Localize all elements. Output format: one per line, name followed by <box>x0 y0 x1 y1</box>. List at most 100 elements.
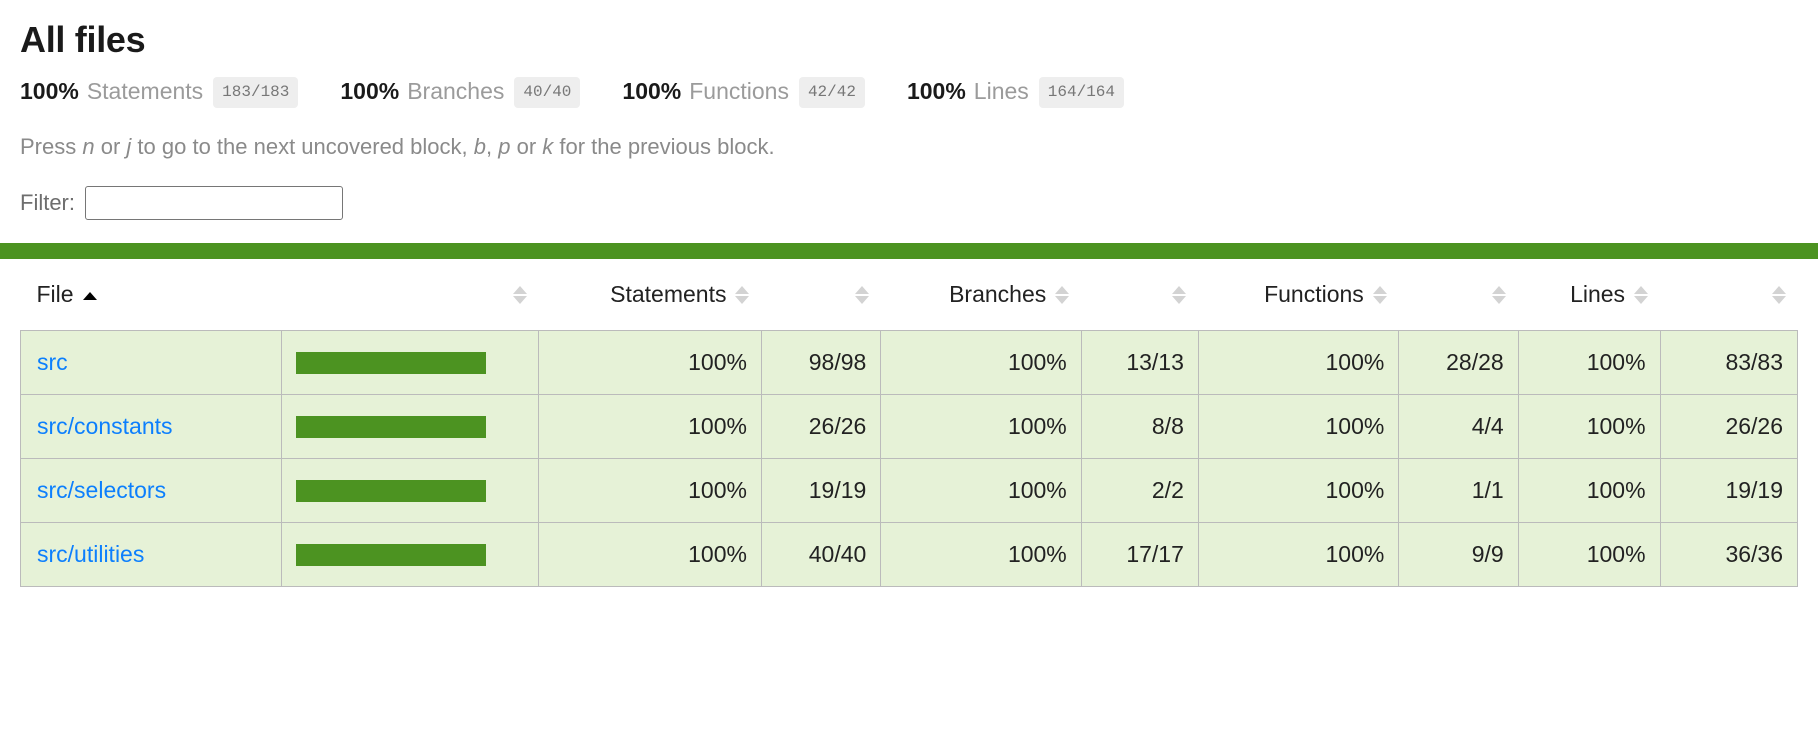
sort-toggle-icon[interactable] <box>513 285 527 305</box>
column-header-statements-label: Statements <box>610 281 726 307</box>
lines-pct-cell: 100% <box>1518 459 1660 523</box>
report-header: All files 100%Statements183/183 100%Bran… <box>0 0 1818 220</box>
statements-pct-cell: 100% <box>539 395 762 459</box>
file-link[interactable]: src/selectors <box>37 477 166 503</box>
file-cell: src/constants <box>21 395 282 459</box>
lines-percent: 100% <box>907 78 966 104</box>
branches-pct-cell: 100% <box>881 459 1081 523</box>
column-header-branches[interactable]: Branches <box>881 281 1081 331</box>
column-header-functions-abs[interactable] <box>1399 281 1518 331</box>
hint-part-2: or <box>95 134 127 159</box>
table-row: src/utilities 100% 40/40 100% 17/17 100%… <box>21 523 1798 587</box>
coverage-table-container: File Statements Branches Functions Lines… <box>0 281 1818 587</box>
coverage-bar-cell <box>282 331 539 395</box>
table-row: src/selectors 100% 19/19 100% 2/2 100% 1… <box>21 459 1798 523</box>
statements-abs-cell: 26/26 <box>761 395 880 459</box>
keyboard-hint: Press n or j to go to the next uncovered… <box>20 134 1798 160</box>
filter-input[interactable] <box>85 186 343 220</box>
functions-percent: 100% <box>622 78 681 104</box>
filter-row: Filter: <box>20 186 1798 220</box>
column-header-lines[interactable]: Lines <box>1518 281 1660 331</box>
functions-label: Functions <box>689 78 789 104</box>
column-header-pic[interactable] <box>282 281 539 331</box>
file-link[interactable]: src <box>37 349 68 375</box>
lines-abs-cell: 83/83 <box>1660 331 1797 395</box>
sort-toggle-icon[interactable] <box>735 285 749 305</box>
column-header-lines-label: Lines <box>1570 281 1625 307</box>
table-row: src/constants 100% 26/26 100% 8/8 100% 4… <box>21 395 1798 459</box>
summary-metric-lines: 100% Lines 164/164 <box>907 77 1124 108</box>
coverage-bar <box>296 416 486 438</box>
hint-key-b: b <box>474 134 486 159</box>
statements-pct-cell: 100% <box>539 459 762 523</box>
sort-toggle-icon[interactable] <box>1055 285 1069 305</box>
file-link[interactable]: src/constants <box>37 413 173 439</box>
column-header-statements[interactable]: Statements <box>539 281 762 331</box>
statements-abs-cell: 98/98 <box>761 331 880 395</box>
functions-pct-cell: 100% <box>1198 459 1398 523</box>
page-title: All files <box>20 0 1798 60</box>
sort-toggle-icon[interactable] <box>855 285 869 305</box>
functions-pct-cell: 100% <box>1198 331 1398 395</box>
lines-pct-cell: 100% <box>1518 395 1660 459</box>
hint-part-6: for the previous block. <box>553 134 774 159</box>
sort-toggle-icon[interactable] <box>1634 285 1648 305</box>
coverage-report-page: All files 100%Statements183/183 100%Bran… <box>0 0 1818 747</box>
column-header-functions-label: Functions <box>1264 281 1364 307</box>
column-header-statements-abs[interactable] <box>761 281 880 331</box>
sort-toggle-icon[interactable] <box>1492 285 1506 305</box>
column-header-lines-abs[interactable] <box>1660 281 1797 331</box>
column-header-file-label: File <box>37 281 74 307</box>
branches-abs-cell: 17/17 <box>1081 523 1198 587</box>
branches-pct-cell: 100% <box>881 395 1081 459</box>
summary-metric-statements: 100%Statements183/183 <box>20 77 298 108</box>
functions-abs-cell: 4/4 <box>1399 395 1518 459</box>
functions-fraction: 42/42 <box>799 77 865 108</box>
functions-abs-cell: 1/1 <box>1399 459 1518 523</box>
column-header-functions[interactable]: Functions <box>1198 281 1398 331</box>
hint-part-4: , <box>486 134 498 159</box>
hint-part-5: or <box>510 134 542 159</box>
table-header-row: File Statements Branches Functions Lines <box>21 281 1798 331</box>
coverage-bar <box>296 480 486 502</box>
column-header-branches-label: Branches <box>949 281 1046 307</box>
lines-fraction: 164/164 <box>1039 77 1124 108</box>
file-cell: src/utilities <box>21 523 282 587</box>
coverage-bar-fill <box>296 352 486 374</box>
branches-percent: 100% <box>340 78 399 104</box>
coverage-bar-fill <box>296 416 486 438</box>
branches-abs-cell: 8/8 <box>1081 395 1198 459</box>
statements-abs-cell: 19/19 <box>761 459 880 523</box>
sort-ascending-icon[interactable] <box>83 291 97 301</box>
summary-metric-functions: 100% Functions 42/42 <box>622 77 865 108</box>
sort-toggle-icon[interactable] <box>1172 285 1186 305</box>
coverage-bar-cell <box>282 395 539 459</box>
branches-pct-cell: 100% <box>881 331 1081 395</box>
branches-abs-cell: 13/13 <box>1081 331 1198 395</box>
file-cell: src/selectors <box>21 459 282 523</box>
hint-part-1: Press <box>20 134 82 159</box>
functions-pct-cell: 100% <box>1198 523 1398 587</box>
statements-percent: 100% <box>20 78 79 104</box>
functions-pct-cell: 100% <box>1198 395 1398 459</box>
summary-metric-branches: 100%Branches40/40 <box>340 77 580 108</box>
file-cell: src <box>21 331 282 395</box>
column-header-file[interactable]: File <box>21 281 282 331</box>
sort-toggle-icon[interactable] <box>1373 285 1387 305</box>
column-header-branches-abs[interactable] <box>1081 281 1198 331</box>
statements-label: Statements <box>87 78 203 104</box>
statements-pct-cell: 100% <box>539 331 762 395</box>
lines-abs-cell: 26/26 <box>1660 395 1797 459</box>
sort-toggle-icon[interactable] <box>1772 285 1786 305</box>
statements-pct-cell: 100% <box>539 523 762 587</box>
coverage-status-bar <box>0 243 1818 259</box>
filter-label: Filter: <box>20 190 75 216</box>
hint-key-k: k <box>542 134 553 159</box>
file-link[interactable]: src/utilities <box>37 541 144 567</box>
branches-abs-cell: 2/2 <box>1081 459 1198 523</box>
table-row: src 100% 98/98 100% 13/13 100% 28/28 100… <box>21 331 1798 395</box>
hint-part-3: to go to the next uncovered block, <box>131 134 473 159</box>
lines-label: Lines <box>974 78 1029 104</box>
lines-pct-cell: 100% <box>1518 331 1660 395</box>
coverage-bar <box>296 352 486 374</box>
